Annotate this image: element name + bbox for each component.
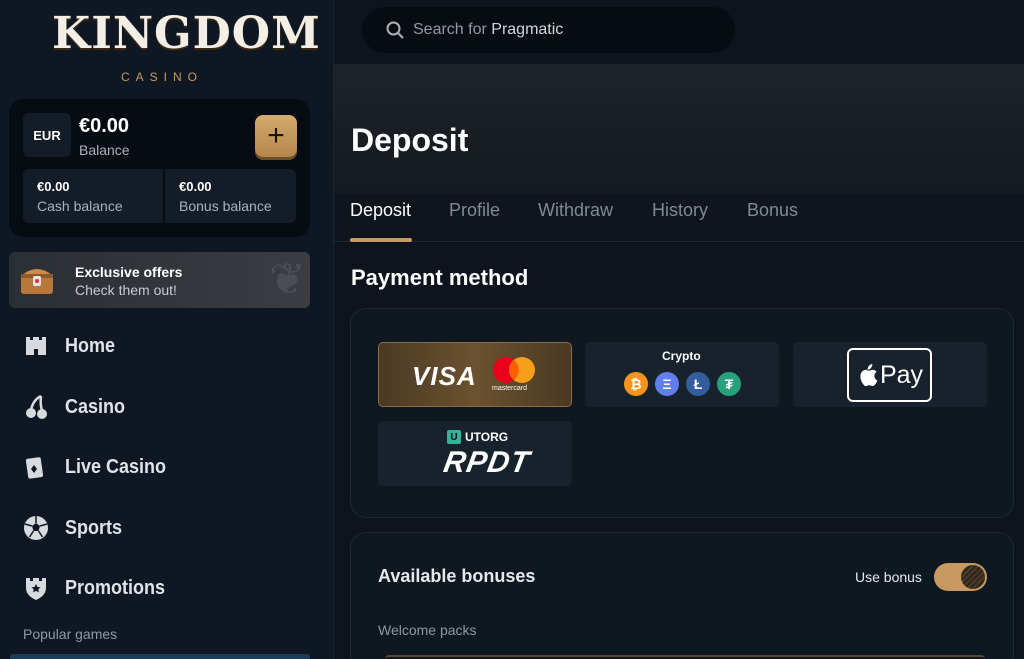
ethereum-icon: Ξ — [655, 372, 679, 396]
search-icon — [386, 21, 404, 39]
balance-label: Balance — [79, 142, 130, 158]
cards-icon — [22, 453, 50, 481]
offers-title: Exclusive offers — [75, 264, 183, 280]
ornament-icon: ❦ — [269, 254, 306, 305]
nav-item-home[interactable]: Home — [22, 328, 121, 364]
nav-label: Live Casino — [65, 455, 167, 478]
balance-amount: €0.00 — [79, 115, 130, 137]
mastercard-icon — [493, 357, 535, 383]
mastercard-label: mastercard — [492, 385, 528, 392]
welcome-pack-card[interactable] — [385, 655, 985, 659]
popular-games-strip[interactable] — [10, 654, 310, 659]
nav-label: Home — [65, 334, 116, 357]
nav-label: Sports — [65, 516, 123, 539]
cash-balance-label: Cash balance — [37, 198, 123, 214]
nav-label: Casino — [65, 395, 126, 418]
toggle-knob — [961, 565, 985, 589]
search-placeholder: Search for Pragmatic — [413, 21, 563, 39]
rpdt-logo: RPDT — [441, 446, 533, 479]
tether-icon: ₮ — [717, 372, 741, 396]
exclusive-offers-banner[interactable]: Exclusive offers Check them out! ❦ — [9, 252, 310, 308]
popular-games-heading: Popular games — [23, 626, 118, 642]
castle-icon — [22, 332, 50, 360]
apple-pay-label: Pay — [879, 360, 924, 389]
bonus-balance: €0.00 Bonus balance — [165, 169, 296, 223]
apple-pay-logo: Pay — [847, 348, 932, 402]
active-tab-indicator — [350, 238, 412, 242]
add-funds-button[interactable]: + — [255, 115, 297, 157]
cash-balance: €0.00 Cash balance — [23, 169, 163, 223]
welcome-packs-label: Welcome packs — [378, 622, 477, 638]
bonus-balance-label: Bonus balance — [179, 198, 272, 214]
page-title: Deposit — [351, 122, 469, 158]
sidebar: KINGDOM CASINO EUR €0.00 Balance + €0.00… — [0, 0, 334, 659]
payment-methods-panel — [350, 308, 1014, 518]
wallet-card: EUR €0.00 Balance + €0.00 Cash balance €… — [9, 99, 310, 237]
currency-badge[interactable]: EUR — [23, 113, 71, 157]
nav-item-promotions[interactable]: Promotions — [22, 570, 176, 606]
tab-bonus[interactable]: Bonus — [747, 200, 798, 221]
apple-icon — [860, 364, 878, 387]
search-prefix: Search for — [413, 21, 492, 38]
shield-star-icon — [22, 574, 50, 602]
nav-label: Promotions — [65, 576, 166, 599]
cherries-icon — [22, 393, 50, 421]
logo[interactable]: KINGDOM CASINO — [0, 0, 334, 92]
logo-wordmark: KINGDOM — [52, 8, 321, 59]
tab-withdraw[interactable]: Withdraw — [538, 200, 613, 221]
available-bonuses-heading: Available bonuses — [378, 566, 536, 586]
cash-balance-value: €0.00 — [37, 179, 70, 194]
available-bonuses-panel — [350, 532, 1014, 659]
payment-method-heading: Payment method — [351, 265, 529, 290]
bonus-balance-value: €0.00 — [179, 179, 212, 194]
use-bonus-toggle[interactable] — [934, 563, 987, 591]
logo-subtitle: CASINO — [120, 70, 203, 84]
search-term: Pragmatic — [491, 21, 564, 38]
treasure-chest-icon — [21, 269, 53, 294]
tab-profile[interactable]: Profile — [449, 200, 500, 221]
utorg-icon: U — [447, 430, 461, 444]
nav-item-sports[interactable]: Sports — [22, 510, 128, 546]
bitcoin-icon: ₿ — [624, 372, 648, 396]
soccer-ball-icon — [22, 514, 50, 542]
utorg-label: UTORG — [465, 430, 509, 444]
offers-subtitle: Check them out! — [75, 282, 177, 298]
nav-item-live-casino[interactable]: Live Casino — [22, 449, 177, 485]
utorg-logo: U UTORG — [447, 430, 508, 444]
crypto-label: Crypto — [662, 349, 701, 363]
visa-logo: VISA — [412, 361, 477, 391]
tab-history[interactable]: History — [652, 200, 708, 221]
use-bonus-label: Use bonus — [855, 569, 922, 585]
litecoin-icon: Ł — [686, 372, 710, 396]
nav-item-casino[interactable]: Casino — [22, 389, 132, 425]
tab-deposit[interactable]: Deposit — [350, 200, 411, 221]
